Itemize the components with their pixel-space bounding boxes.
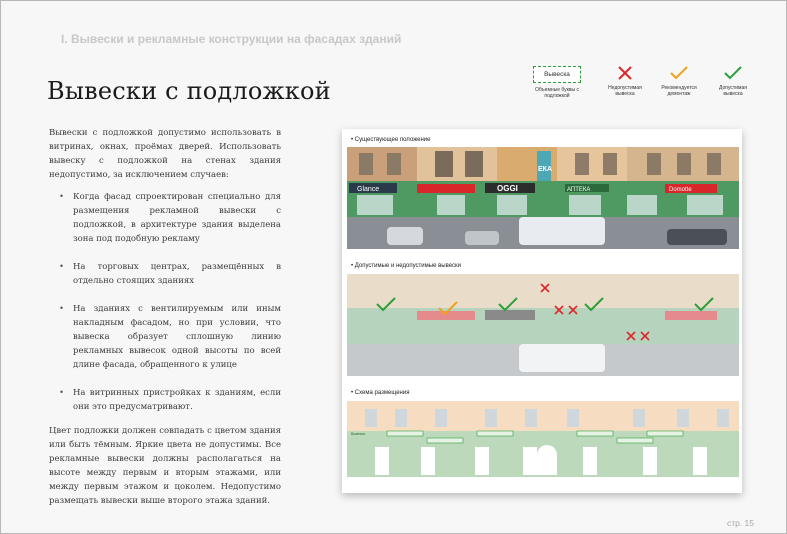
legend: Вывеска Объемные буквы с подложкой Недоп… (521, 63, 761, 111)
figure-card: Существующее положение (342, 129, 742, 493)
street-photo-existing: Glance OGGI АПТЕКА Domotte ЕКА (347, 147, 739, 249)
closing-paragraph: Цвет подложки должен совпадать с цветом … (49, 426, 281, 506)
legend-item-forbidden: Недопустимая вывеска (595, 63, 655, 97)
green-check-icon (724, 66, 742, 80)
storefront-sign-text: АПТЕКА (567, 187, 590, 193)
legend-caption: Рекомендуется демонтаж (661, 85, 697, 97)
storefront-sign-text: Glance (357, 186, 379, 193)
evaluated-storefront-illustration (347, 274, 739, 376)
legend-caption: Объемные буквы с подложкой (534, 87, 580, 99)
legend-item-dismantle: Рекомендуется демонтаж (649, 63, 709, 97)
placement-scheme: Вывеска (347, 401, 739, 477)
storefront-illustration: Glance OGGI АПТЕКА Domotte ЕКА (347, 147, 739, 249)
storefront-sign-text: OGGI (497, 184, 518, 193)
figure-section-label: Допустимые и недопустимые вывески (351, 263, 461, 269)
page-title: Вывески с подложкой (47, 77, 331, 105)
orange-check-icon (670, 66, 688, 80)
street-photo-evaluated (347, 274, 739, 376)
legend-caption: Недопустимая вывеска (608, 85, 642, 97)
legend-item-sign: Вывеска Объемные буквы с подложкой (521, 63, 593, 99)
scheme-sign-label: Вывеска (351, 432, 365, 436)
red-cross-icon (618, 66, 632, 80)
list-item: На витринных пристройках к зданиям, если… (49, 386, 281, 414)
list-item: На торговых центрах, размещённых в отдел… (49, 260, 281, 288)
section-title: I. Вывески и рекламные конструкции на фа… (61, 32, 402, 46)
list-item: Когда фасад спроектирован специально для… (49, 190, 281, 246)
body-text: Вывески с подложкой допустимо использова… (49, 126, 281, 508)
storefront-sign-text: Domotte (669, 187, 692, 193)
placement-scheme-drawing: Вывеска (347, 401, 739, 477)
page-number: стр. 15 (726, 518, 754, 528)
page: I. Вывески и рекламные конструкции на фа… (0, 0, 787, 534)
dashed-sign-icon: Вывеска (533, 66, 581, 83)
list-item: На зданиях с вентилируемым или иным накл… (49, 302, 281, 372)
legend-caption: Допустимая вывеска (719, 85, 747, 97)
intro-paragraph: Вывески с подложкой допустимо использова… (49, 128, 281, 180)
figure-section-label: Схема размещения (351, 390, 410, 396)
exception-list: Когда фасад спроектирован специально для… (49, 190, 281, 414)
figure-section-label: Существующее положение (351, 137, 431, 143)
storefront-sign-text: ЕКА (538, 166, 552, 173)
legend-item-allowed: Допустимая вывеска (703, 63, 763, 97)
